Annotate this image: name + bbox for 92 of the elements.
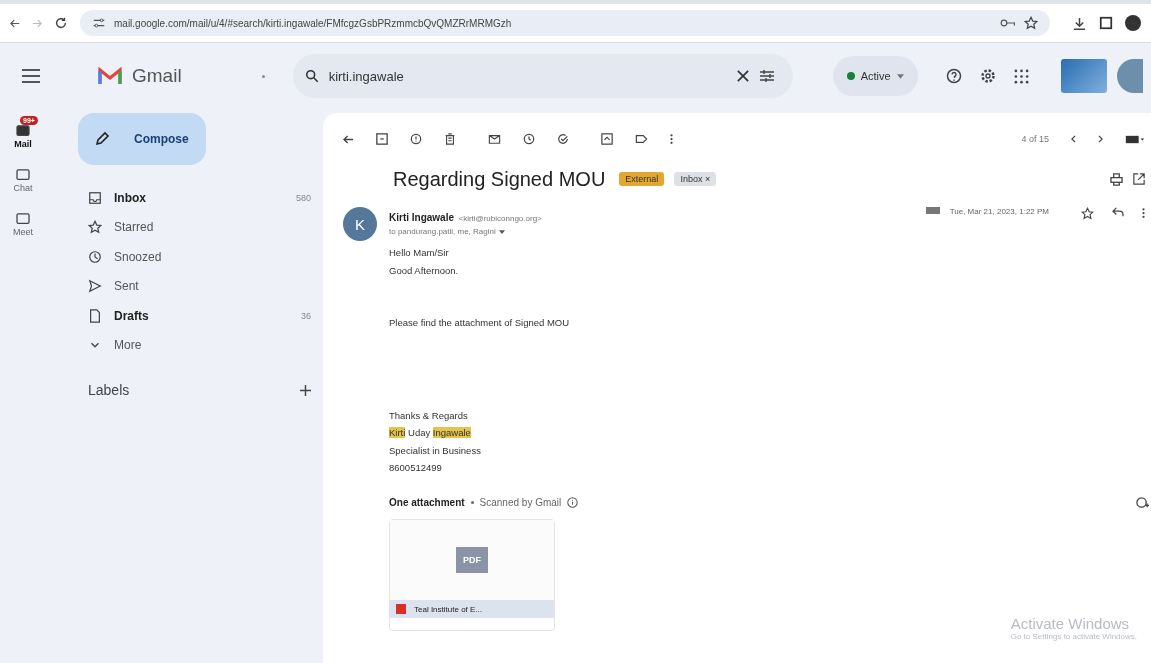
previous-icon[interactable] xyxy=(1071,135,1076,143)
profile-icon[interactable] xyxy=(1125,15,1141,31)
pencil-icon xyxy=(94,131,110,147)
add-to-drive-icon[interactable] xyxy=(1136,496,1149,509)
snooze-icon[interactable] xyxy=(523,133,535,145)
label-tag[interactable]: External xyxy=(619,172,665,186)
filter-options-icon[interactable] xyxy=(758,69,775,83)
pdf-icon xyxy=(396,604,406,614)
delete-icon[interactable] xyxy=(444,133,456,145)
sender-avatar: K xyxy=(343,207,377,241)
gmail-logo-icon xyxy=(98,67,122,85)
info-icon[interactable] xyxy=(567,497,579,508)
rail-icon xyxy=(16,125,30,137)
apps-grid-icon[interactable] xyxy=(1013,68,1029,84)
nav-item[interactable]: Starred xyxy=(78,212,323,242)
separator-dot-icon xyxy=(470,501,474,504)
caret-icon xyxy=(896,73,904,79)
archive-icon[interactable] xyxy=(376,133,388,145)
compose-button[interactable]: Compose xyxy=(78,113,206,165)
activation-title: Activate Windows xyxy=(1010,615,1131,632)
send-icon xyxy=(88,279,102,294)
more-options-icon[interactable] xyxy=(670,133,673,145)
dropdown-dot-icon xyxy=(261,74,265,78)
attachment-heading: One attachment xyxy=(389,497,465,508)
body-text: Specialist in Business xyxy=(389,443,482,458)
rail-item[interactable]: Chat xyxy=(10,157,36,195)
rail-icon xyxy=(16,213,30,225)
settings-icon[interactable] xyxy=(979,68,996,84)
label-tag[interactable]: Inbox × xyxy=(674,172,717,186)
app-name: Gmail xyxy=(132,65,182,87)
sender-email: <kirti@rubiconngo.org> xyxy=(458,214,542,223)
address-bar[interactable]: mail.google.com/mail/u/4/#search/kirti.ingawale/FMfcgzGsbPRzmmcbQvQMZRrMRMGzh xyxy=(80,10,1050,36)
print-icon[interactable] xyxy=(1110,172,1123,186)
add-task-icon[interactable] xyxy=(557,133,569,145)
body-text: Good Afternoon. xyxy=(389,263,460,278)
email-date: Tue, Mar 21, 2023, 1:22 PM xyxy=(949,207,1049,216)
status-button[interactable]: Active xyxy=(832,56,918,96)
inbox-icon xyxy=(88,190,102,205)
body-text: Kirti Uday Ingawale xyxy=(389,426,472,440)
search-field[interactable]: kirti.ingawale xyxy=(292,54,793,98)
sender-name: Kirti Ingawale xyxy=(389,212,454,223)
side-panel-icon[interactable] xyxy=(1099,16,1113,30)
help-icon[interactable] xyxy=(945,68,962,84)
body-text: Please find the attachment of Signed MOU xyxy=(389,316,571,330)
move-to-icon[interactable] xyxy=(601,133,613,145)
file-name: Teal Institute of E... xyxy=(414,604,483,614)
pdf-thumbnail: PDF xyxy=(456,547,488,573)
nav-item[interactable]: Inbox 580 xyxy=(78,183,323,213)
rail-item[interactable]: Meet xyxy=(10,201,36,239)
nav-item[interactable]: Snoozed xyxy=(78,242,323,272)
organization-logo xyxy=(1060,59,1107,93)
caret-icon xyxy=(498,229,505,234)
body-text: Hello Mam/Sir xyxy=(389,246,450,260)
scanned-text: Scanned by Gmail xyxy=(479,497,562,508)
labels-heading: Labels xyxy=(88,382,130,398)
add-label-icon[interactable] xyxy=(300,384,311,396)
report-spam-icon[interactable] xyxy=(410,133,422,145)
back-icon[interactable] xyxy=(10,18,20,28)
download-icon[interactable] xyxy=(1072,15,1087,31)
nav-count: 36 xyxy=(301,310,311,321)
star-icon[interactable] xyxy=(1081,207,1094,220)
close-icon[interactable] xyxy=(736,70,749,82)
body-text: 8600512499 xyxy=(389,461,443,475)
pager-text: 4 of 15 xyxy=(1021,134,1049,144)
account-avatar[interactable] xyxy=(1116,59,1143,93)
draft-icon xyxy=(88,308,102,323)
star-icon xyxy=(88,220,102,235)
new-window-icon[interactable] xyxy=(1133,173,1145,185)
attachment-card[interactable]: PDF Teal Institute of E... xyxy=(389,519,555,631)
status-dot-icon xyxy=(846,72,855,80)
nav-count: 580 xyxy=(295,192,311,203)
back-arrow-icon[interactable] xyxy=(343,134,354,144)
rail-icon xyxy=(16,169,30,181)
url-text: mail.google.com/mail/u/4/#search/kirti.ingawale/FMfcgzGsbPRzmmcbQvQMZRrMRMGzh xyxy=(114,17,512,29)
nav-item[interactable]: Sent xyxy=(78,271,323,301)
key-icon[interactable] xyxy=(1000,18,1016,28)
nav-item[interactable]: Drafts 36 xyxy=(78,301,323,331)
email-subject: Regarding Signed MOU xyxy=(393,167,606,191)
reply-icon[interactable] xyxy=(1112,207,1124,217)
reload-icon[interactable] xyxy=(54,16,68,30)
body-text: Thanks & Regards xyxy=(389,408,469,423)
site-settings-icon[interactable] xyxy=(92,16,106,30)
label-icon[interactable] xyxy=(635,133,648,145)
bookmark-star-icon[interactable] xyxy=(1024,16,1038,30)
nav-item[interactable]: More xyxy=(78,330,323,360)
recipients-text[interactable]: to pandurang.patil, me, Ragini xyxy=(389,227,505,236)
mark-unread-icon[interactable] xyxy=(488,133,501,145)
more-options-icon[interactable] xyxy=(1142,207,1145,219)
menu-icon[interactable] xyxy=(22,69,40,83)
search-icon[interactable] xyxy=(304,69,319,83)
clock-icon xyxy=(88,249,102,264)
next-icon[interactable] xyxy=(1098,135,1103,143)
